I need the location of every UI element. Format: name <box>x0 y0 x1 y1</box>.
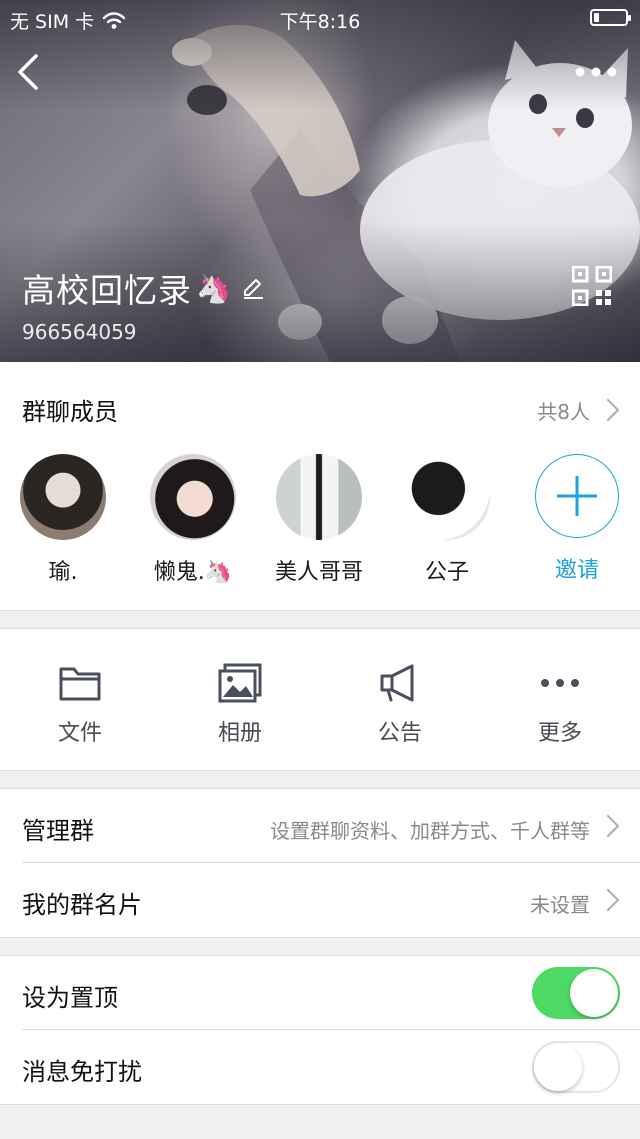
manage-group-label: 管理群 <box>22 817 94 845</box>
announcement-label: 公告 <box>377 721 422 746</box>
member-name: 瑜. <box>48 560 78 585</box>
member-name: 美人哥哥 <box>274 560 363 585</box>
pin-toggle[interactable] <box>532 967 620 1019</box>
clock: 下午8:16 <box>279 11 361 33</box>
files-button[interactable]: 文件 <box>20 663 140 747</box>
manage-group-hint: 设置群聊资料、加群方式、千人群等 <box>270 819 590 843</box>
member-count[interactable]: 共8人 <box>537 396 590 425</box>
photo-album-icon <box>218 663 262 703</box>
chevron-right-icon <box>606 888 620 912</box>
invite-button[interactable]: 邀请 <box>514 454 640 584</box>
manage-section: 管理群 设置群聊资料、加群方式、千人群等 我的群名片 未设置 <box>0 788 640 938</box>
member-item[interactable]: 懒鬼.🦄 <box>130 454 256 586</box>
mute-toggle[interactable] <box>532 1041 620 1093</box>
member-list: 瑜. 懒鬼.🦄 美人哥哥 公子 邀请 <box>0 454 640 594</box>
group-card-label: 我的群名片 <box>22 891 142 919</box>
member-item[interactable]: 美人哥哥 <box>256 454 382 586</box>
qr-code-button[interactable] <box>572 266 612 306</box>
status-bar: 无 SIM 卡 下午8:16 <box>0 0 640 36</box>
avatar[interactable] <box>150 454 236 540</box>
member-item[interactable]: 瑜. <box>0 454 126 586</box>
group-cover: 无 SIM 卡 下午8:16 高校回忆录 🦄 966564059 <box>0 0 640 362</box>
more-options-button[interactable] <box>574 62 618 82</box>
group-tools: 文件 相册 公告 更多 <box>0 628 640 771</box>
add-member-icon[interactable] <box>535 454 619 538</box>
chevron-right-icon[interactable] <box>606 398 620 422</box>
avatar[interactable] <box>20 454 106 540</box>
toggle-section: 设为置顶 消息免打扰 <box>0 955 640 1105</box>
member-name: 公子 <box>424 560 469 585</box>
member-item[interactable]: 公子 <box>384 454 510 586</box>
pin-label: 设为置顶 <box>22 984 118 1012</box>
megaphone-icon <box>380 664 414 702</box>
pin-row: 设为置顶 <box>0 956 640 1030</box>
members-title: 群聊成员 <box>22 398 118 426</box>
mute-label: 消息免打扰 <box>22 1058 142 1086</box>
avatar[interactable] <box>276 454 362 540</box>
group-name-emoji: 🦄 <box>196 271 231 305</box>
edit-name-icon[interactable] <box>241 276 265 300</box>
more-tools-button[interactable]: 更多 <box>500 663 620 747</box>
group-card-value: 未设置 <box>530 893 590 917</box>
back-button[interactable] <box>12 52 46 92</box>
member-name: 懒鬼.🦄 <box>153 560 233 585</box>
album-label: 相册 <box>217 721 262 746</box>
page-bottom <box>0 1105 640 1139</box>
more-dots-icon <box>541 679 579 687</box>
battery-icon <box>590 9 631 26</box>
album-button[interactable]: 相册 <box>180 663 300 747</box>
chevron-right-icon <box>606 814 620 838</box>
folder-icon <box>59 667 101 701</box>
group-card-row[interactable]: 我的群名片 未设置 <box>0 863 640 937</box>
announcement-button[interactable]: 公告 <box>340 663 460 747</box>
mute-row: 消息免打扰 <box>0 1030 640 1104</box>
group-id: 966564059 <box>22 320 137 344</box>
group-name: 高校回忆录 <box>22 271 192 310</box>
invite-label: 邀请 <box>554 558 599 583</box>
more-label: 更多 <box>537 721 582 746</box>
members-section: 群聊成员 共8人 瑜. 懒鬼.🦄 美人哥哥 公子 邀请 <box>0 362 640 611</box>
files-label: 文件 <box>57 721 102 746</box>
avatar[interactable] <box>404 454 490 540</box>
manage-group-row[interactable]: 管理群 设置群聊资料、加群方式、千人群等 <box>0 789 640 863</box>
